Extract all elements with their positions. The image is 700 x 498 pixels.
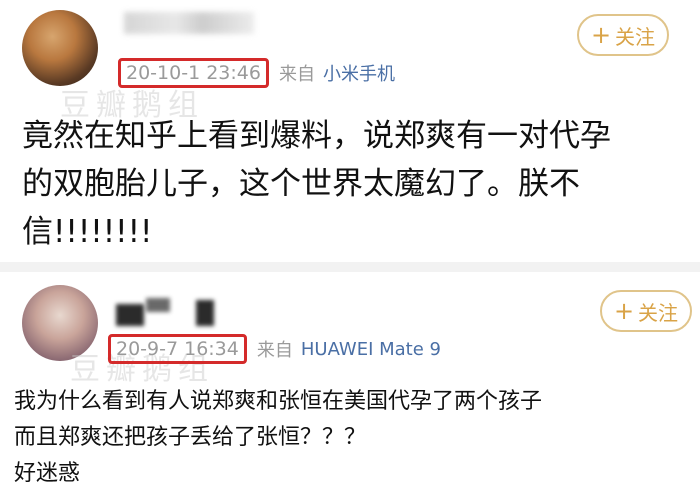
comment-post: 豆瓣鹅组 + 关注 20-10-1 23:46 来自 小米手机 竟然在知乎上看到…	[0, 0, 700, 262]
divider	[0, 262, 700, 272]
plus-icon: +	[590, 21, 612, 49]
post-content: 我为什么看到有人说郑爽和张恒在美国代孕了两个孩子 而且郑爽还把孩子丢给了张恒？？…	[14, 384, 694, 492]
post-meta: 20-9-7 16:34 来自 HUAWEI Mate 9	[108, 334, 441, 364]
follow-button[interactable]: + 关注	[600, 290, 692, 332]
follow-label: 关注	[638, 300, 679, 325]
comment-post: 豆瓣鹅组 + 关注 20-9-7 16:34 来自 HUAWEI Mate 9 …	[0, 272, 700, 498]
content-line: 的双胞胎儿子，这个世界太魔幻了。朕不	[22, 166, 580, 202]
content-line: 我为什么看到有人说郑爽和张恒在美国代孕了两个孩子	[14, 389, 543, 414]
content-line: 而且郑爽还把孩子丢给了张恒？？？	[14, 425, 367, 450]
follow-label: 关注	[615, 24, 656, 49]
device-link[interactable]: HUAWEI Mate 9	[301, 339, 441, 360]
plus-icon: +	[613, 297, 635, 325]
username-redacted	[124, 12, 254, 34]
content-line: 好迷惑	[14, 461, 81, 486]
follow-button[interactable]: + 关注	[577, 14, 669, 56]
post-meta: 20-10-1 23:46 来自 小米手机	[118, 58, 395, 88]
content-line: 竟然在知乎上看到爆料，说郑爽有一对代孕	[22, 118, 611, 154]
avatar[interactable]	[22, 10, 98, 86]
timestamp: 20-9-7 16:34	[108, 334, 247, 364]
avatar[interactable]	[22, 285, 98, 361]
content-line: 信!!!!!!!!	[22, 214, 153, 250]
device-link[interactable]: 小米手机	[323, 60, 395, 86]
post-content: 竟然在知乎上看到爆料，说郑爽有一对代孕 的双胞胎儿子，这个世界太魔幻了。朕不 信…	[22, 112, 682, 256]
source-prefix: 来自	[278, 64, 315, 85]
username-redacted	[116, 298, 226, 326]
timestamp: 20-10-1 23:46	[118, 58, 269, 88]
source-prefix: 来自	[256, 340, 293, 361]
